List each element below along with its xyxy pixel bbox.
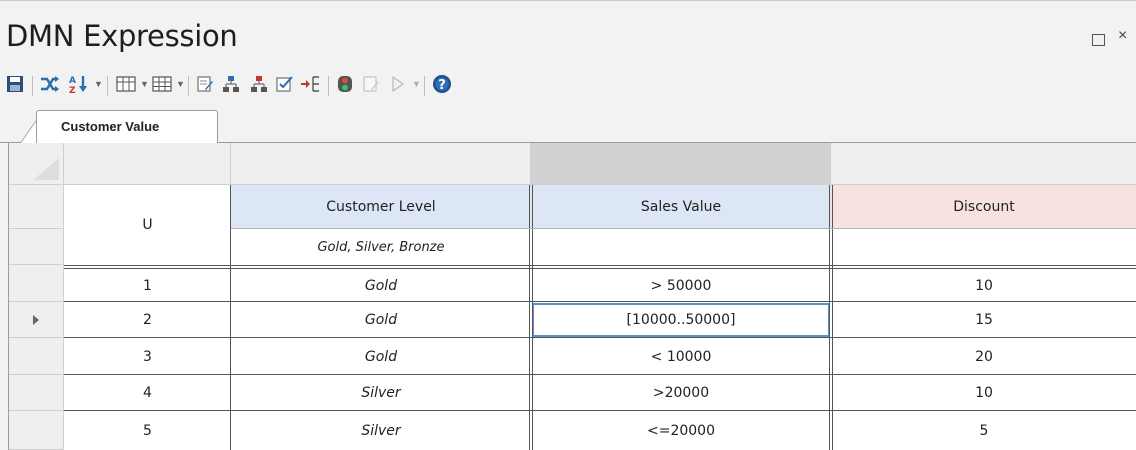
play-icon[interactable] bbox=[388, 72, 408, 96]
grid-line bbox=[64, 374, 1136, 375]
svg-text:?: ? bbox=[438, 78, 446, 93]
cell-customer-level[interactable]: Silver bbox=[231, 375, 531, 411]
column-header-customer-level[interactable] bbox=[231, 143, 531, 185]
tab-strip: Customer Value bbox=[0, 110, 1136, 143]
grid-line bbox=[64, 265, 1136, 266]
column-header-sales-value[interactable] bbox=[531, 143, 831, 185]
columns-icon[interactable] bbox=[114, 72, 138, 96]
tab-customer-value[interactable]: Customer Value bbox=[36, 110, 218, 143]
simulate-icon[interactable] bbox=[334, 72, 356, 96]
cell-discount[interactable]: 20 bbox=[831, 338, 1136, 375]
edit-document-icon[interactable] bbox=[194, 72, 216, 96]
svg-text:A: A bbox=[69, 76, 76, 86]
cell-sales-value[interactable]: > 50000 bbox=[531, 270, 831, 302]
cell-discount[interactable]: 5 bbox=[831, 411, 1136, 450]
toolbar: AZ ▼ ▼ ▼ ▼ ? bbox=[0, 68, 1136, 102]
cell-sales-value[interactable]: >20000 bbox=[531, 375, 831, 411]
decision-table: U Customer Level Sales Value Discount Go… bbox=[8, 143, 1136, 450]
sort-icon[interactable]: AZ bbox=[66, 72, 92, 96]
grid-line bbox=[64, 301, 1136, 302]
rule-number[interactable]: 1 bbox=[64, 270, 231, 302]
allowed-values-sales-value[interactable] bbox=[531, 229, 831, 265]
insert-rule-icon[interactable] bbox=[298, 72, 322, 96]
row-header[interactable] bbox=[9, 338, 64, 375]
chevron-down-icon[interactable]: ▼ bbox=[94, 79, 103, 89]
table-icon[interactable] bbox=[150, 72, 174, 96]
column-header-discount[interactable] bbox=[831, 143, 1136, 185]
cell-sales-value[interactable]: <=20000 bbox=[531, 411, 831, 450]
check-edit-icon[interactable] bbox=[274, 72, 296, 96]
cell-discount[interactable]: 10 bbox=[831, 270, 1136, 302]
title-bar: DMN Expression × bbox=[0, 0, 1136, 63]
cell-discount[interactable]: 10 bbox=[831, 375, 1136, 411]
input-header-sales-value[interactable]: Sales Value bbox=[531, 185, 831, 229]
row-header[interactable] bbox=[9, 411, 64, 450]
cell-customer-level[interactable]: Gold bbox=[231, 302, 531, 338]
select-all-corner[interactable] bbox=[9, 143, 64, 185]
row-header[interactable] bbox=[9, 185, 64, 229]
allowed-values-discount[interactable] bbox=[831, 229, 1136, 265]
cell-customer-level[interactable]: Gold bbox=[231, 338, 531, 375]
chevron-down-icon[interactable]: ▼ bbox=[176, 79, 185, 89]
row-header[interactable] bbox=[9, 229, 64, 265]
output-header-discount[interactable]: Discount bbox=[831, 185, 1136, 229]
chevron-down-icon[interactable]: ▼ bbox=[412, 79, 421, 89]
row-header[interactable] bbox=[9, 375, 64, 411]
grid-line bbox=[64, 337, 1136, 338]
hierarchy-icon[interactable] bbox=[220, 72, 242, 96]
save-icon[interactable] bbox=[4, 72, 26, 96]
shuffle-icon[interactable] bbox=[38, 72, 62, 96]
chevron-down-icon[interactable]: ▼ bbox=[140, 79, 149, 89]
hierarchy-add-icon[interactable] bbox=[248, 72, 270, 96]
grid-line bbox=[231, 228, 1136, 229]
grid-line bbox=[64, 410, 1136, 411]
svg-text:Z: Z bbox=[69, 86, 76, 94]
input-header-customer-level[interactable]: Customer Level bbox=[231, 185, 531, 229]
tab-label: Customer Value bbox=[61, 119, 160, 134]
cell-discount[interactable]: 15 bbox=[831, 302, 1136, 338]
rule-number[interactable]: 3 bbox=[64, 338, 231, 375]
allowed-values-customer-level[interactable]: Gold, Silver, Bronze bbox=[231, 229, 531, 265]
cell-customer-level[interactable]: Silver bbox=[231, 411, 531, 450]
rule-number[interactable]: 5 bbox=[64, 411, 231, 450]
grid-line bbox=[64, 268, 1136, 269]
column-header-hit-policy[interactable] bbox=[64, 143, 231, 185]
rule-number[interactable]: 2 bbox=[64, 302, 231, 338]
help-icon[interactable]: ? bbox=[430, 72, 454, 96]
maximize-icon[interactable] bbox=[1092, 34, 1105, 46]
cell-customer-level[interactable]: Gold bbox=[231, 270, 531, 302]
hit-policy[interactable]: U bbox=[64, 185, 231, 265]
window-title: DMN Expression bbox=[6, 19, 238, 53]
row-header[interactable] bbox=[9, 265, 64, 302]
rule-number[interactable]: 4 bbox=[64, 375, 231, 411]
row-header-current[interactable] bbox=[9, 302, 64, 338]
validate-icon[interactable] bbox=[360, 72, 382, 96]
cell-sales-value-selected[interactable]: [10000..50000] bbox=[531, 302, 831, 338]
close-icon[interactable]: × bbox=[1118, 28, 1127, 44]
cell-sales-value[interactable]: < 10000 bbox=[531, 338, 831, 375]
